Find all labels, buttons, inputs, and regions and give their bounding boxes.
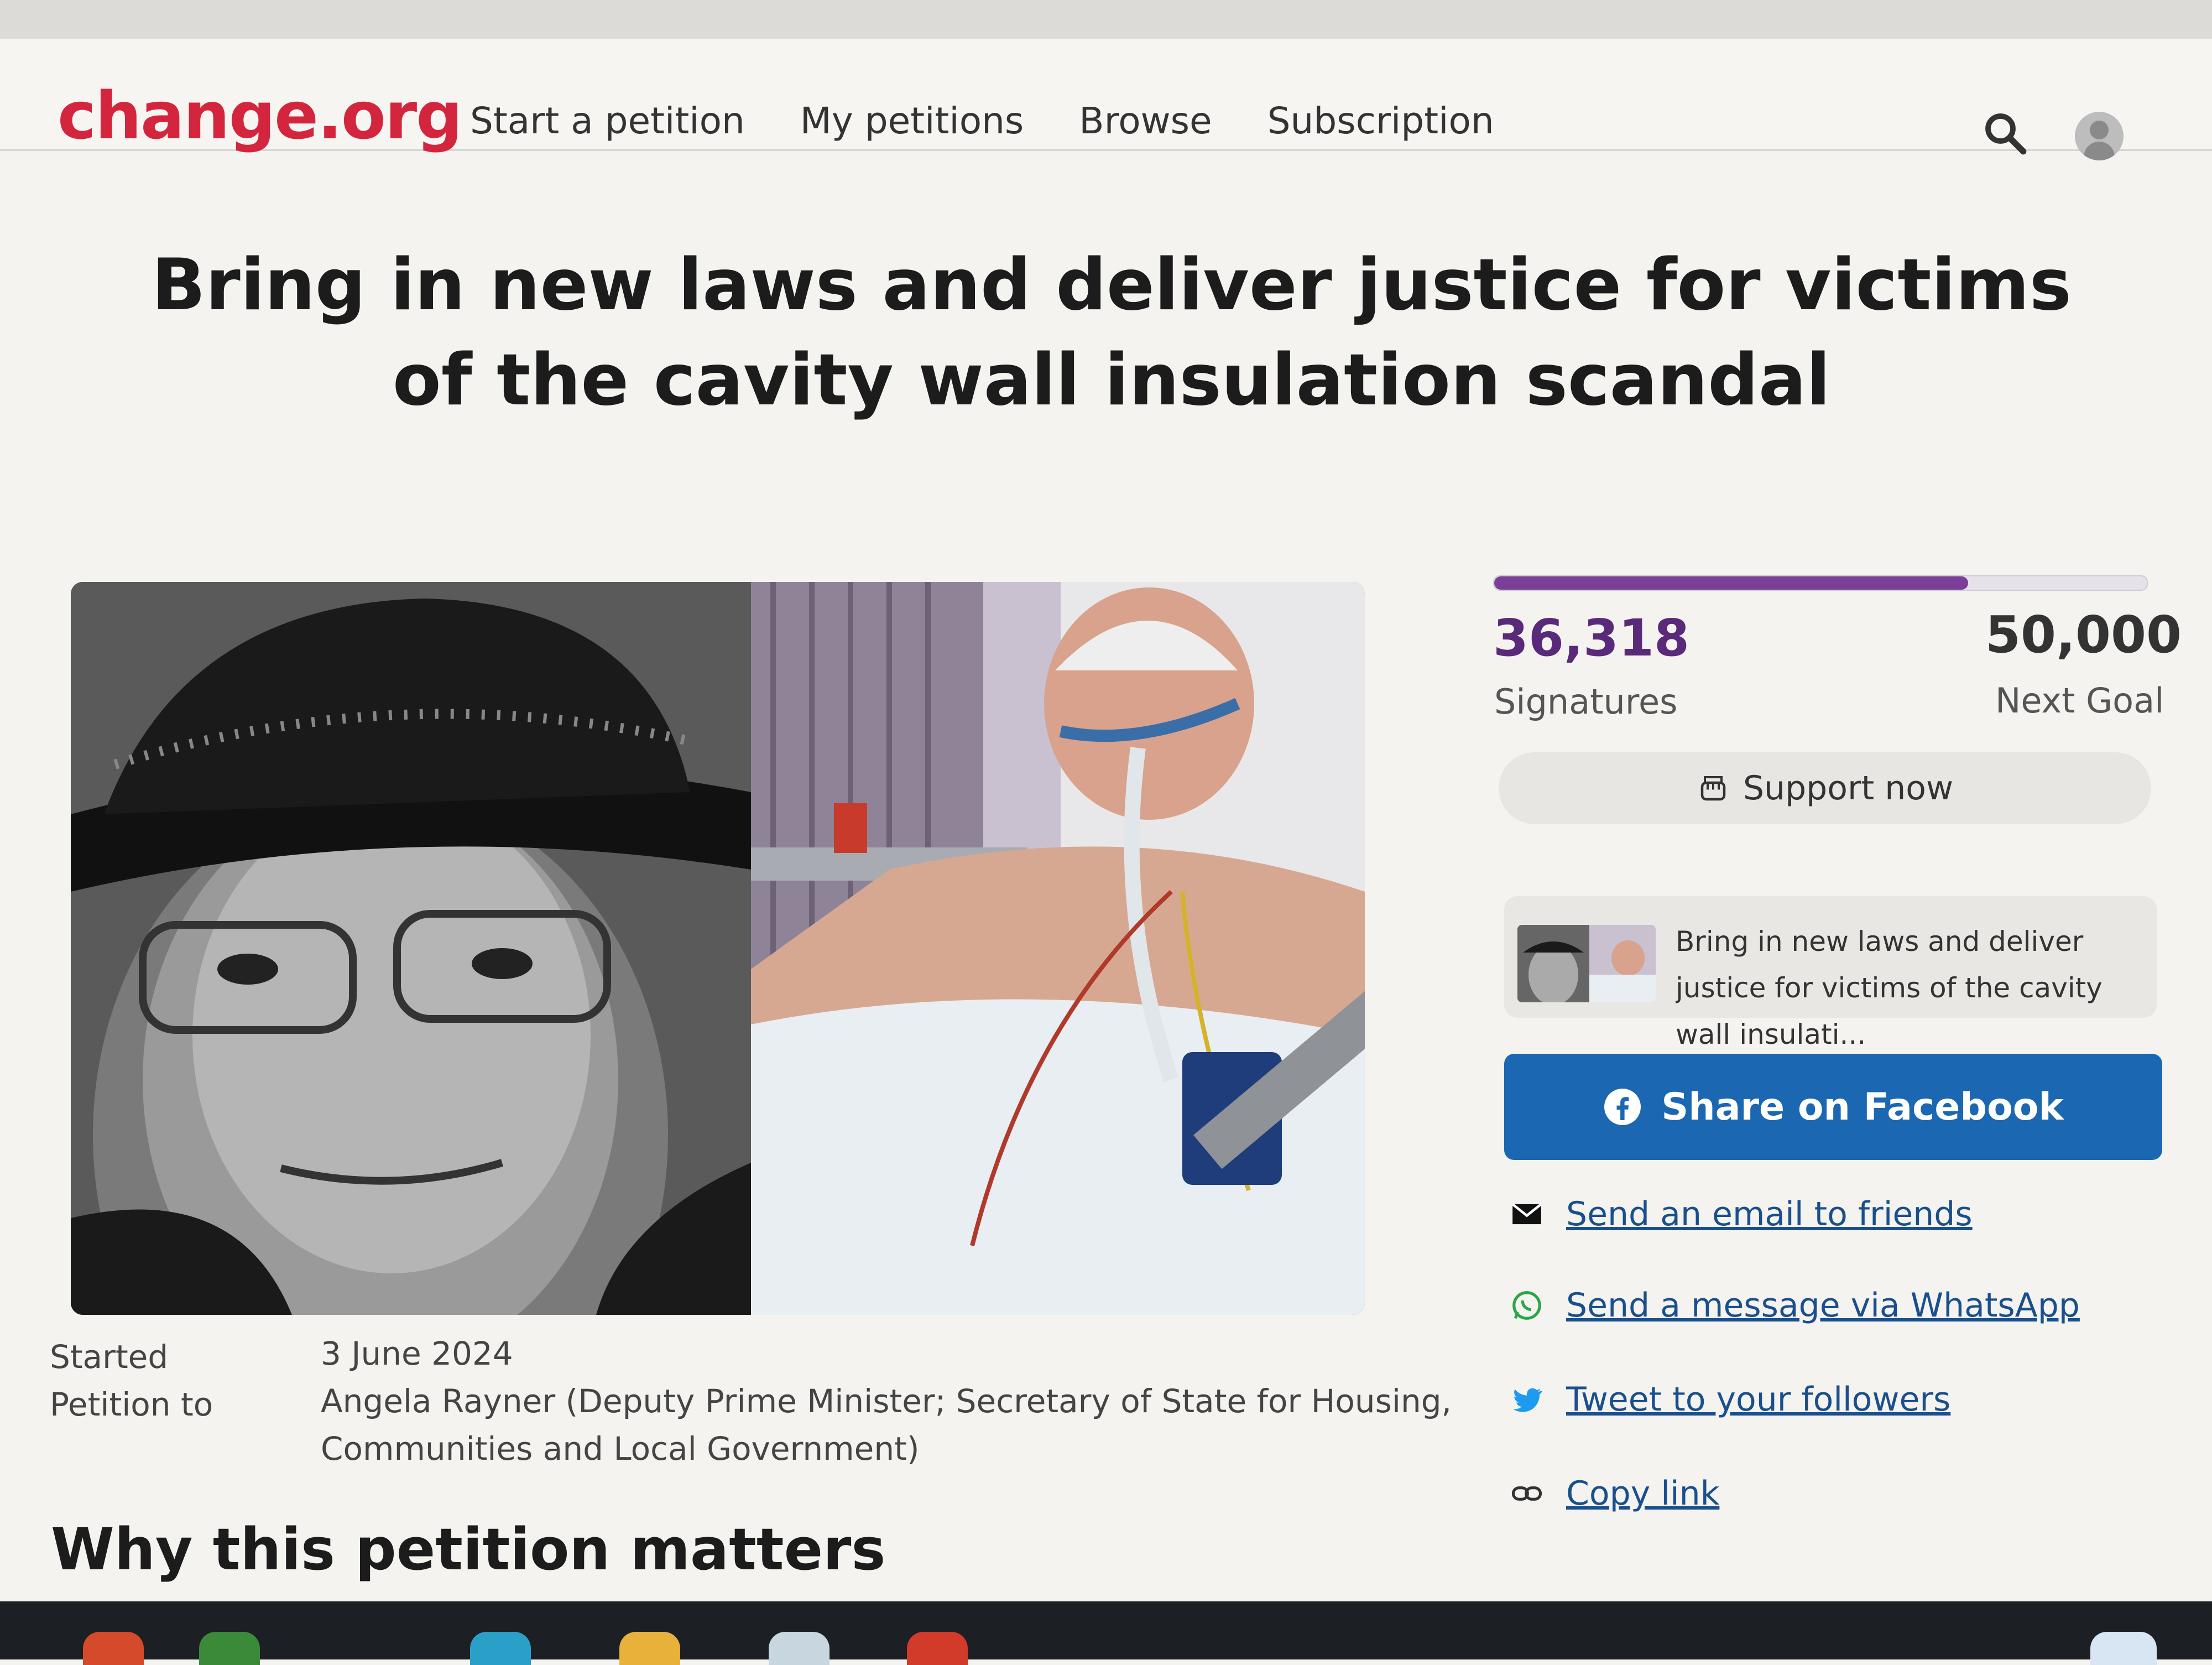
share-twitter-label: Tweet to your followers [1566,1380,1951,1419]
signature-count: 36,318 [1493,608,1690,668]
started-label: Started [50,1338,169,1376]
twitter-bird-icon [1513,1388,1543,1412]
copy-link-label: Copy link [1566,1474,1720,1513]
signature-progress-bar [1493,575,2148,591]
browser-top-strip [0,0,2212,39]
weather-icon[interactable] [2090,1632,2157,1665]
goal-label: Next Goal [1995,680,2164,721]
share-email-link[interactable]: Send an email to friends [1510,1195,1973,1234]
taskbar-app-icon[interactable] [83,1632,144,1665]
nav-browse[interactable]: Browse [1079,100,1212,142]
hospital-photo [751,582,1365,1315]
progress-fill [1494,576,1968,590]
goal-count: 50,000 [1985,605,2182,664]
nav-my-petitions[interactable]: My petitions [800,100,1024,142]
why-heading: Why this petition matters [51,1516,886,1583]
whatsapp-icon [1512,1291,1541,1320]
email-icon [1511,1203,1542,1225]
signature-label: Signatures [1494,681,1678,722]
petition-to-label: Petition to [50,1386,213,1423]
petition-image [71,582,1365,1315]
site-header: change.org Start a petition My petitions… [0,39,2212,160]
share-whatsapp-label: Send a message via WhatsApp [1566,1286,2080,1325]
chrome-icon[interactable] [907,1632,968,1665]
change-org-logo[interactable]: change.org [58,77,463,154]
search-icon[interactable] [1980,108,2030,158]
started-date: 3 June 2024 [321,1335,513,1372]
taskbar-app-icon[interactable] [199,1632,260,1665]
portrait-photo [71,582,751,1315]
main-nav: Start a petition My petitions Browse Sub… [470,100,1494,142]
petition-share-card[interactable]: Bring in new laws and deliver justice fo… [1504,896,2157,1050]
petition-card-title: Bring in new laws and deliver justice fo… [1676,925,2103,1050]
raised-fist-icon [1700,776,1726,801]
os-taskbar [0,1601,2212,1659]
user-avatar-icon[interactable] [2075,112,2124,160]
share-whatsapp-link[interactable]: Send a message via WhatsApp [1510,1286,2080,1325]
petition-target: Angela Rayner (Deputy Prime Minister; Se… [321,1382,1452,1468]
nav-start-petition[interactable]: Start a petition [470,100,745,142]
petition-thumbnail [1517,925,1656,1002]
taskbar-app-icon[interactable] [470,1632,531,1665]
folder-icon[interactable] [619,1632,680,1665]
share-email-label: Send an email to friends [1566,1195,1973,1234]
nav-subscription[interactable]: Subscription [1267,100,1494,142]
link-icon [1511,1486,1542,1501]
support-now-button[interactable]: Support now [1499,752,2151,824]
support-now-label: Support now [1743,769,1954,808]
petition-title: Bring in new laws and deliver justice fo… [152,244,2072,422]
share-twitter-link[interactable]: Tweet to your followers [1510,1380,1950,1419]
share-facebook-button[interactable]: Share on Facebook [1504,1054,2162,1160]
share-facebook-label: Share on Facebook [1661,1085,2064,1129]
copy-link[interactable]: Copy link [1510,1474,1719,1513]
taskbar-app-icon[interactable] [769,1632,830,1665]
facebook-icon [1604,1089,1641,1125]
